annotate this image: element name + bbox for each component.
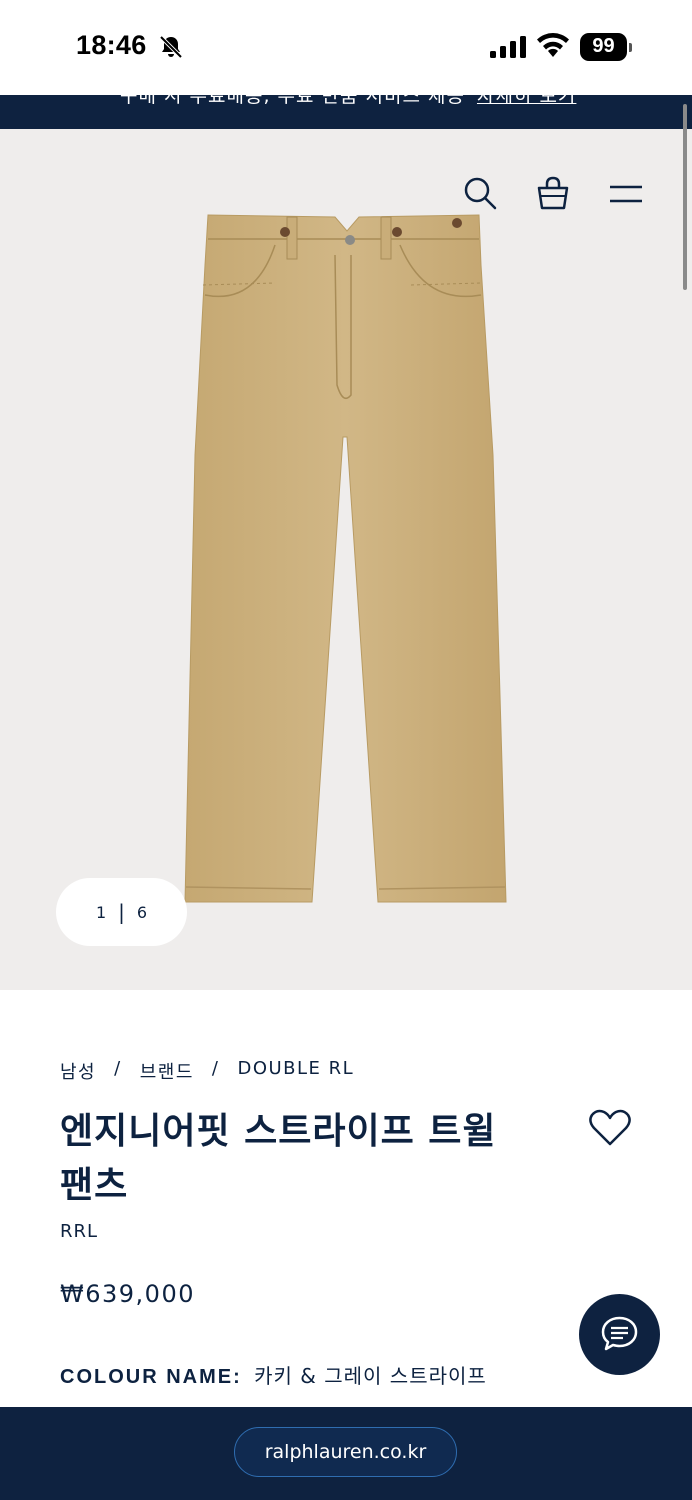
breadcrumb: 남성 / 브랜드 / DOUBLE RL: [60, 1058, 354, 1084]
product-image[interactable]: [175, 205, 515, 915]
breadcrumb-item-brand[interactable]: 브랜드: [140, 1058, 194, 1084]
promo-banner[interactable]: 구매 시 무료배송, 무료 반품 서비스 제공 자세히 보기: [0, 95, 692, 129]
status-bar: 18:46 99: [0, 0, 692, 95]
heart-icon[interactable]: [588, 1108, 632, 1148]
colour-row: COLOUR NAME: 카키 & 그레이 스트라이프: [60, 1360, 487, 1389]
status-time: 18:46: [76, 30, 147, 60]
breadcrumb-item-men[interactable]: 남성: [60, 1058, 96, 1084]
chat-button[interactable]: [579, 1294, 660, 1375]
bag-icon[interactable]: [536, 175, 570, 211]
gallery-pager[interactable]: 1 | 6: [56, 878, 187, 946]
product-price: ₩639,000: [60, 1280, 195, 1308]
scrollbar[interactable]: [683, 104, 687, 290]
breadcrumb-item-double-rl[interactable]: DOUBLE RL: [237, 1058, 354, 1084]
header-icons: [0, 175, 692, 215]
product-brand: RRL: [60, 1221, 99, 1242]
colour-value: 카키 & 그레이 스트라이프: [254, 1364, 487, 1388]
breadcrumb-separator: /: [211, 1058, 220, 1079]
wifi-icon: [537, 33, 569, 57]
breadcrumb-separator: /: [114, 1058, 122, 1079]
promo-text: 구매 시 무료배송, 무료 반품 서비스 제공: [120, 95, 465, 107]
product-title: 엔지니어핏 스트라이프 트윌 팬츠: [60, 1110, 497, 1206]
search-icon[interactable]: [462, 175, 498, 211]
pager-total: 6: [136, 902, 148, 922]
bell-off-icon: [159, 35, 183, 59]
battery-icon: 99: [580, 33, 632, 61]
chat-icon: [601, 1316, 638, 1351]
menu-icon[interactable]: [608, 177, 644, 209]
battery-level: 99: [592, 35, 615, 57]
signal-icon: [490, 36, 526, 58]
promo-link[interactable]: 자세히 보기: [477, 95, 576, 107]
browser-bottom-bar: ralphlauren.co.kr: [0, 1407, 692, 1500]
url-field[interactable]: ralphlauren.co.kr: [234, 1427, 457, 1477]
pager-current: 1: [95, 902, 107, 922]
pager-separator: |: [118, 900, 125, 924]
colour-label: COLOUR NAME:: [60, 1366, 242, 1388]
